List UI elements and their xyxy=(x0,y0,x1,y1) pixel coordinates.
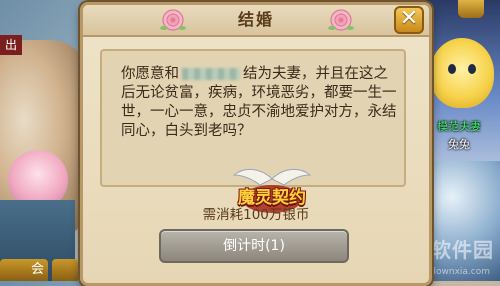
npc-name: 兔兔 xyxy=(448,138,470,151)
vow-prefix: 你愿意和 xyxy=(121,66,179,82)
left-bottom-button[interactable]: 会 xyxy=(0,259,48,281)
npc-title: 模范夫妻 xyxy=(437,120,481,133)
dialog-title-bar: 结婚 ✕ xyxy=(83,5,429,37)
npc-eye xyxy=(468,64,476,74)
right-ground xyxy=(420,161,500,281)
marriage-dialog: 结婚 ✕ 你愿意和 结为夫妻，并且在这之后无论贫富，疾病，环境恶劣，都要一生一世，… xyxy=(80,2,432,286)
rose-icon xyxy=(328,9,354,31)
npc-eye xyxy=(448,64,456,74)
cost-text: 需消耗100万银币 xyxy=(202,207,310,223)
partner-name-blurred xyxy=(182,68,240,80)
left-bottom-button-2[interactable] xyxy=(52,259,78,281)
vow-panel: 你愿意和 结为夫妻，并且在这之后无论贫富，疾病，环境恶劣，都要一生一世，一心一意，… xyxy=(100,49,406,213)
close-button[interactable]: ✕ xyxy=(394,6,424,34)
npc-chick[interactable] xyxy=(430,38,494,108)
dialog-title: 结婚 xyxy=(237,10,274,29)
left-side-tag[interactable]: 出 xyxy=(0,35,22,55)
vow-text: 你愿意和 结为夫妻，并且在这之后无论贫富，疾病，环境恶劣，都要一生一世，一心一意，… xyxy=(121,65,401,141)
right-top-button[interactable] xyxy=(458,0,484,18)
countdown-confirm-button[interactable]: 倒计时(1) xyxy=(159,229,349,263)
